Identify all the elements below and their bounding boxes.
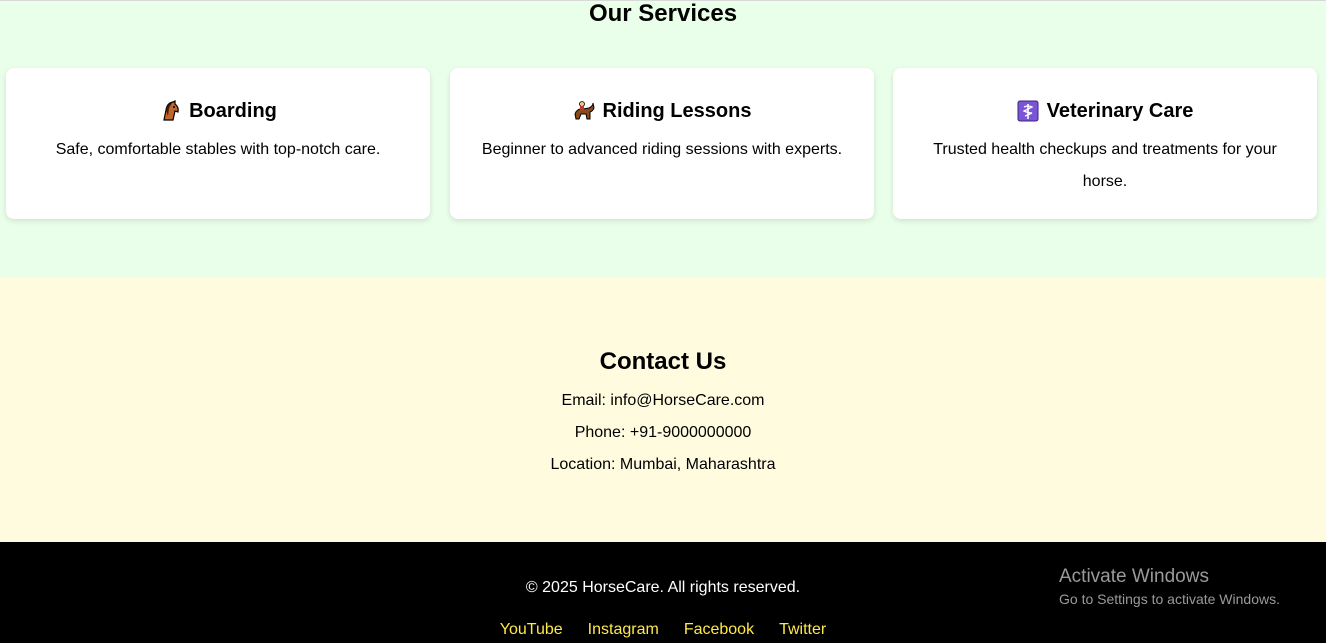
youtube-link[interactable]: YouTube xyxy=(500,620,563,640)
horse-head-icon xyxy=(159,100,181,122)
card-title-row: Riding Lessons xyxy=(472,100,852,122)
activate-windows-watermark: Activate Windows Go to Settings to activ… xyxy=(1059,566,1280,608)
page: Our Services Boarding Safe, comfortable … xyxy=(0,0,1326,643)
service-card-boarding: Boarding Safe, comfortable stables with … xyxy=(6,68,430,219)
card-title: Riding Lessons xyxy=(602,100,752,122)
card-title: Boarding xyxy=(189,100,277,122)
medical-symbol-icon xyxy=(1017,100,1039,122)
footer: © 2025 HorseCare. All rights reserved. Y… xyxy=(0,542,1326,643)
card-description: Beginner to advanced riding sessions wit… xyxy=(481,141,843,158)
service-card-riding-lessons: Riding Lessons Beginner to advanced ridi… xyxy=(450,68,874,219)
instagram-link[interactable]: Instagram xyxy=(588,620,659,640)
card-title-row: Veterinary Care xyxy=(915,100,1295,122)
card-title: Veterinary Care xyxy=(1046,100,1194,122)
contact-title: Contact Us xyxy=(599,348,727,375)
facebook-link[interactable]: Facebook xyxy=(684,620,754,640)
horse-rider-icon xyxy=(573,100,595,122)
services-title: Our Services xyxy=(588,0,738,27)
contact-phone: Phone: +91-9000000000 xyxy=(574,424,752,441)
card-title-row: Boarding xyxy=(28,100,408,122)
twitter-link[interactable]: Twitter xyxy=(779,620,826,640)
footer-links: YouTube Instagram Facebook Twitter xyxy=(0,620,1326,640)
service-card-veterinary-care: Veterinary Care Trusted health checkups … xyxy=(893,68,1317,219)
card-description: Safe, comfortable stables with top-notch… xyxy=(55,141,381,158)
contact-email: Email: info@HorseCare.com xyxy=(561,392,765,409)
contact-location: Location: Mumbai, Maharashtra xyxy=(550,456,776,473)
services-section: Our Services Boarding Safe, comfortable … xyxy=(0,0,1326,278)
activate-windows-subtitle: Go to Settings to activate Windows. xyxy=(1059,591,1280,607)
activate-windows-title: Activate Windows xyxy=(1059,566,1209,587)
contact-section: Contact Us Email: info@HorseCare.com Pho… xyxy=(0,278,1326,542)
card-description: Trusted health checkups and treatments f… xyxy=(933,141,1277,190)
